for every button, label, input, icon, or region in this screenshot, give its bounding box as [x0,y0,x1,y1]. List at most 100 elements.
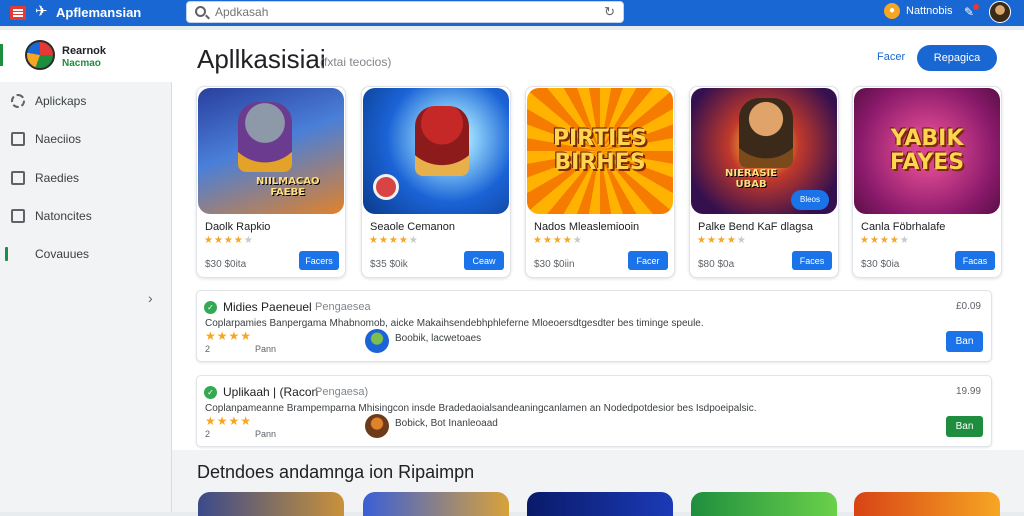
notifications[interactable]: ● Nattnobis [884,3,952,19]
app-card-title: Seaole Cemanon [370,221,456,233]
sidebar-item-label: Covauues [35,247,90,261]
list-icon [11,171,25,185]
profile-name: Rearnok [62,45,107,57]
list-item-count: 2 [205,344,211,354]
art-text: UBAB [735,179,767,190]
rating-stars: ★★★★★ [697,235,747,246]
search-input[interactable] [215,4,585,20]
gear-icon [11,94,25,108]
developer-avatar [365,329,389,353]
alert-icon[interactable]: ✎ [964,4,979,19]
list-item[interactable]: ✓ Midies Paeneuel Pengaesea Coplarpamies… [196,290,992,362]
list-item-price: £0.09 [955,301,981,312]
search-bar[interactable]: ↻ [186,1,624,23]
sidebar-item-naeciios[interactable]: Naeciios [0,124,172,154]
profile-subtitle: Nacmao [62,58,101,69]
art-text: YABIK [890,126,964,151]
list-item[interactable]: ✓ Uplikaah | (Racon Pengaesa) Coplanpame… [196,375,992,447]
app-card-preview[interactable] [198,492,344,516]
art-badge: Bleos [791,190,829,210]
sidebar-item-covauues[interactable]: Covauues [0,239,172,269]
list-item-description: Coplarpamies Banpergama Mhabnomob, aicke… [205,318,704,329]
list-item-meta: Pann [255,429,277,439]
rating-stars: ★★★★ [205,414,253,428]
top-app-bar: ✈ Apflemansian ↻ ● Nattnobis ✎ [0,0,1024,26]
app-card-title: Daolk Rapkio [205,221,271,233]
profile-avatar [25,40,55,70]
bell-icon: ● [884,3,900,19]
art-text: BIRHES [554,150,646,175]
app-card[interactable]: PIRTIES BIRHES Nados Mleaslemiooin ★★★★★… [525,86,675,278]
app-card-art: PIRTIES BIRHES [527,88,673,214]
ball-shape [373,174,399,200]
hero-figure [238,102,292,172]
app-card[interactable]: YABIK FAYES Canla Föbrhalafe ★★★★★ $30 $… [852,86,1002,278]
rating-stars: ★★★★★ [204,235,254,246]
page-subtitle: (fxtai teocios) [320,55,392,69]
sidebar-item-aplickaps[interactable]: Aplickaps [0,86,172,116]
main-content: Apllkasisiai (fxtai teocios) Facer Repag… [172,30,1024,516]
list-item-price: 19.99 [955,386,981,397]
app-title: Apflemansian [56,5,142,20]
app-card-art: YABIK FAYES [854,88,1000,214]
check-icon: ✓ [204,386,217,399]
app-card-preview[interactable] [363,492,509,516]
app-card-price: $35 $0ik [370,259,408,270]
folder-icon [11,209,25,223]
app-card[interactable]: Seaole Cemanon ★★★★★ $35 $0ik Ceaw [361,86,511,278]
app-card-preview[interactable] [691,492,837,516]
filter-link[interactable]: Facer [877,51,905,63]
list-item-description: Coplanpameanne Brampemparna Mhisingcon i… [205,403,757,414]
art-caption: NIERASIE UBAB [725,168,777,190]
install-button[interactable]: Facas [955,251,995,270]
profile-panel[interactable]: Rearnok Nacmao [0,30,172,82]
primary-action-button[interactable]: Repagica [917,45,997,71]
buy-button[interactable]: Ban [946,331,983,352]
install-button[interactable]: Facers [299,251,339,270]
sidebar-item-raedies[interactable]: Raedies [0,163,172,193]
refresh-icon[interactable]: ↻ [604,4,615,20]
section-title: Detndoes andamnga ion Ripaimpn [197,462,475,482]
list-item-meta: Pann [255,344,277,354]
art-text: NIERASIE [725,168,778,179]
app-card-preview[interactable] [527,492,673,516]
check-icon: ✓ [204,301,217,314]
chevron-right-icon[interactable]: › [148,290,153,306]
art-text: FAYES [889,150,965,175]
app-card-price: $30 $0iin [534,259,575,270]
list-item-count: 2 [205,429,211,439]
install-button[interactable]: Ceaw [464,251,504,270]
app-logo-icon: ✈ [35,3,48,20]
app-card-art [363,88,509,214]
sidebar-item-label: Raedies [35,171,80,185]
app-card-title: Palke Bend KaF dlagsa [698,221,813,233]
rating-stars: ★★★★★ [369,235,419,246]
app-card[interactable]: NIERASIE UBAB Bleos Palke Bend KaF dlags… [689,86,839,278]
notifications-label: Nattnobis [906,5,953,17]
app-card-title: Nados Mleaslemiooin [534,221,640,233]
install-button[interactable]: Faces [792,251,832,270]
search-icon [195,6,206,17]
store-icon [11,132,25,146]
user-avatar[interactable] [989,1,1011,23]
profile-accent [0,44,3,66]
developer-name: Bobick, Bot Inanleoaad [395,418,498,429]
rating-stars: ★★★★ [205,329,253,343]
install-button[interactable]: Facer [628,251,668,270]
app-card-art: NIILMACAO FAEBE [198,88,344,214]
app-card-art: NIERASIE UBAB Bleos [691,88,837,214]
buy-button[interactable]: Ban [946,416,983,437]
list-item-tag: Pengaesea [315,301,371,313]
sidebar-item-natoncites[interactable]: Natoncites [0,201,172,231]
menu-icon[interactable] [10,6,26,20]
art-caption: NIILMACAO FAEBE [256,176,319,198]
sidebar-item-label: Aplickaps [35,94,87,108]
rating-stars: ★★★★★ [860,235,910,246]
app-card[interactable]: NIILMACAO FAEBE Daolk Rapkio ★★★★★ $30 $… [196,86,346,278]
list-item-title: Uplikaah | (Racon [223,385,319,399]
page-title: Apllkasisiai [197,44,326,74]
sidebar: Rearnok Nacmao Aplickaps Naeciios Raedie… [0,30,172,512]
app-card-preview[interactable] [854,492,1000,516]
hero-figure [739,98,793,168]
active-marker [5,247,8,261]
